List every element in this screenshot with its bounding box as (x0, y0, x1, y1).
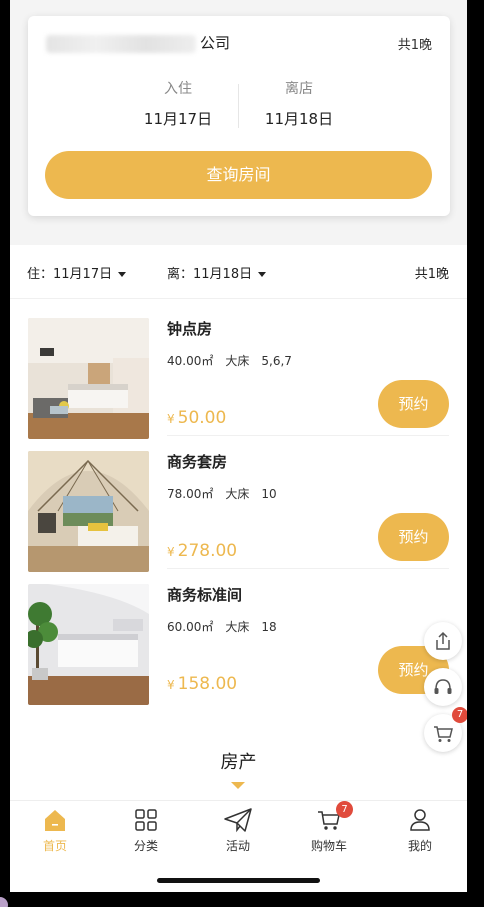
blurred-text (46, 34, 196, 53)
room-bed: 大床 (225, 620, 250, 634)
room-details: 78.00㎡ 大床 10 (167, 485, 289, 502)
checkout-date-picker[interactable]: 离店 11月18日 (239, 78, 359, 129)
room-item[interactable]: 钟点房 40.00㎡ 大床 5,6,7 ¥50.00 预约 (10, 304, 467, 439)
tab-label: 分类 (133, 839, 158, 853)
room-photo (28, 451, 149, 572)
room-price: ¥158.00 (167, 674, 238, 694)
nights-count: 共1晚 (397, 38, 432, 53)
tab-label: 购物车 (310, 839, 347, 853)
room-area: 40.00㎡ (167, 354, 214, 368)
search-rooms-button[interactable]: 查询房间 (45, 151, 432, 199)
room-price: ¥50.00 (167, 408, 227, 428)
checkin-filter[interactable]: 住：11月17日 (27, 263, 127, 282)
room-photo (28, 584, 149, 705)
tab-profile[interactable]: 我的 (380, 807, 460, 854)
paper-plane-icon (224, 808, 252, 833)
date-range: 入住 11月17日 离店 11月18日 (28, 78, 450, 134)
caret-down-icon (258, 272, 267, 277)
tab-label: 首页 (42, 839, 67, 853)
share-icon (436, 631, 450, 650)
room-info: 10 (261, 487, 277, 501)
caret-down-icon (118, 272, 127, 277)
room-bed: 大床 (225, 487, 250, 501)
divider (167, 435, 449, 436)
checkin-date-picker[interactable]: 入住 11月17日 (118, 78, 238, 129)
room-details: 40.00㎡ 大床 5,6,7 (167, 352, 304, 369)
checkin-label: 入住 (164, 81, 192, 97)
share-button[interactable] (424, 622, 462, 660)
room-bed: 大床 (225, 354, 250, 368)
room-price: ¥278.00 (167, 541, 238, 561)
divider (167, 568, 449, 569)
book-button[interactable]: 预约 (378, 380, 449, 428)
checkout-date: 11月18日 (264, 110, 334, 128)
checkout-filter[interactable]: 离：11月18日 (167, 263, 267, 282)
tab-home[interactable]: 首页 (15, 807, 95, 854)
room-name: 商务套房 (167, 453, 228, 471)
customer-service-button[interactable] (424, 668, 462, 706)
room-details: 60.00㎡ 大床 18 (167, 618, 289, 635)
float-cart-button[interactable]: 7 (424, 707, 467, 752)
book-button[interactable]: 预约 (378, 513, 449, 561)
room-item[interactable]: 商务标准间 60.00㎡ 大床 18 ¥158.00 预约 (10, 570, 467, 705)
room-photo (28, 318, 149, 439)
home-icon (45, 810, 65, 831)
company-name: 公司 (46, 32, 230, 53)
room-info: 5,6,7 (261, 354, 292, 368)
room-info: 18 (261, 620, 277, 634)
room-name: 商务标准间 (167, 586, 243, 604)
user-icon (410, 809, 430, 831)
caret-down-icon (231, 782, 245, 789)
room-item[interactable]: 商务套房 78.00㎡ 大床 10 ¥278.00 预约 (10, 437, 467, 572)
cart-badge: 7 (452, 707, 467, 723)
tab-activity[interactable]: 活动 (198, 807, 278, 854)
room-name: 钟点房 (167, 320, 213, 338)
filter-nights: 共1晚 (414, 267, 449, 282)
room-area: 60.00㎡ (167, 620, 214, 634)
headset-icon (434, 679, 452, 694)
tab-label: 我的 (407, 839, 432, 853)
home-indicator (157, 878, 320, 883)
room-list-section: 住：11月17日 离：11月18日 共1晚 钟点房 40.00㎡ 大床 5,6,… (10, 245, 467, 800)
tab-label: 活动 (225, 839, 250, 853)
tab-cart[interactable]: 购物车 7 (289, 801, 369, 854)
room-area: 78.00㎡ (167, 487, 214, 501)
corner-dot (0, 897, 8, 907)
checkout-label: 离店 (285, 81, 313, 97)
cart-count-badge: 7 (336, 801, 353, 818)
tab-category[interactable]: 分类 (106, 807, 186, 854)
date-filter-bar: 住：11月17日 离：11月18日 共1晚 (10, 245, 467, 299)
grid-icon (135, 809, 157, 831)
app-screen: 公司 共1晚 入住 11月17日 离店 11月18日 查询房间 住：11月17日… (10, 0, 467, 892)
checkin-date: 11月17日 (143, 110, 213, 128)
search-card: 公司 共1晚 入住 11月17日 离店 11月18日 查询房间 (28, 16, 450, 216)
section-title: 房产 (220, 752, 257, 773)
